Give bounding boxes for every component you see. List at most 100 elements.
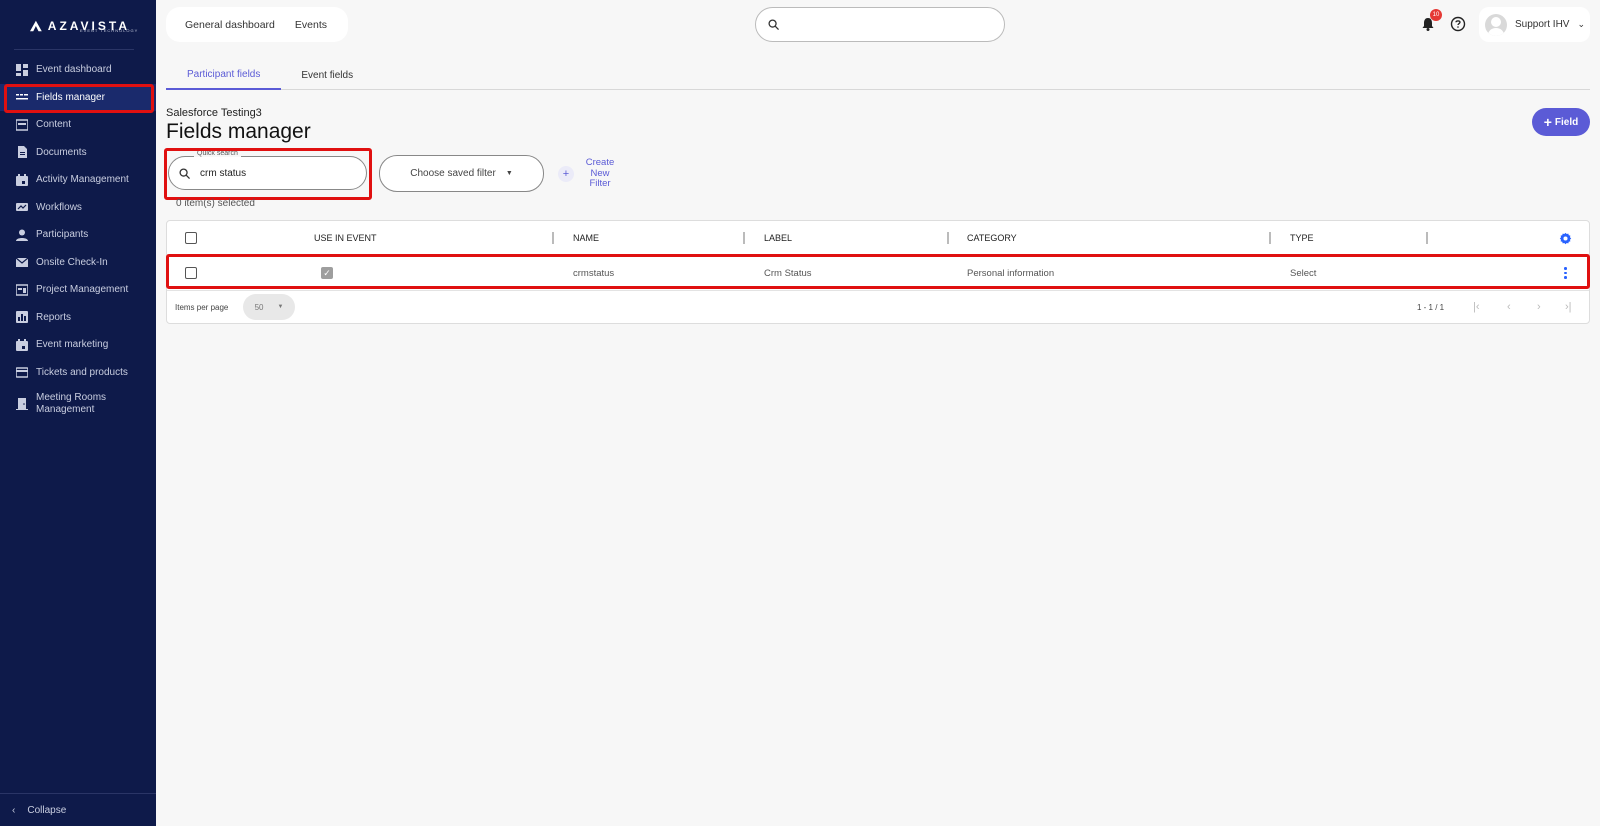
content-icon <box>16 119 28 131</box>
sidebar-item-label: Event dashboard <box>36 64 112 76</box>
table-settings-button[interactable] <box>1559 221 1572 255</box>
sidebar-item-participants[interactable]: Participants <box>0 221 156 249</box>
tab-bar: Participant fields Event fields <box>166 60 1590 90</box>
sidebar-item-content[interactable]: Content <box>0 111 156 139</box>
select-all-checkbox[interactable] <box>185 221 197 255</box>
sidebar-item-label: Reports <box>36 311 72 323</box>
plus-icon: + <box>1543 114 1552 130</box>
collapse-button[interactable]: ‹ Collapse <box>0 793 156 826</box>
sidebar-item-label: Fields manager <box>36 91 105 103</box>
sidebar-item-activity-management[interactable]: Activity Management <box>0 166 156 194</box>
person-icon <box>16 229 28 241</box>
caret-down-icon: ▼ <box>277 304 284 310</box>
project-icon <box>16 284 28 296</box>
sidebar-item-onsite-check-in[interactable]: Onsite Check-In <box>0 249 156 277</box>
column-header-use-in-event[interactable]: USE IN EVENT <box>314 221 377 255</box>
azavista-logo-icon <box>30 20 42 32</box>
brand-tagline: EVENT TECHNOLOGY <box>80 28 139 33</box>
sidebar-item-label: Event marketing <box>36 339 109 351</box>
events-link[interactable]: Events <box>295 19 327 31</box>
sidebar-item-label: Onsite Check-In <box>36 256 108 268</box>
cell-category: Personal information <box>967 267 1055 279</box>
sidebar-item-project-management[interactable]: Project Management <box>0 276 156 304</box>
column-header-label[interactable]: LABEL <box>764 221 792 255</box>
user-menu[interactable]: Support IHV ⌄ <box>1479 7 1590 42</box>
card-icon <box>16 367 28 378</box>
use-in-event-checkbox: ✓ <box>321 256 333 290</box>
sidebar-item-workflows[interactable]: Workflows <box>0 194 156 222</box>
sidebar-item-label: Meeting Rooms Management <box>36 392 107 415</box>
sidebar-item-label: Project Management <box>36 284 129 296</box>
notification-badge: 10 <box>1430 9 1442 21</box>
create-new-filter-button[interactable]: + Create New Filter <box>558 157 620 190</box>
items-per-page-select[interactable]: 50 ▼ <box>243 294 295 320</box>
event-name: Salesforce Testing3 <box>166 107 262 119</box>
sidebar-nav: Event dashboard Fields manager Content D… <box>0 56 156 422</box>
row-menu-button[interactable] <box>1564 256 1567 290</box>
row-checkbox[interactable] <box>185 256 197 290</box>
saved-filter-select[interactable]: Choose saved filter ▼ <box>379 155 544 192</box>
pagination-range: 1 - 1 / 1 <box>1417 303 1445 312</box>
sidebar-item-label: Activity Management <box>36 174 129 186</box>
selected-count: 0 item(s) selected <box>176 198 255 209</box>
column-separator[interactable] <box>947 232 949 244</box>
search-icon <box>179 167 190 179</box>
table-header: USE IN EVENT NAME LABEL CATEGORY TYPE <box>167 221 1589 255</box>
sidebar: AZAVISTA EVENT TECHNOLOGY Event dashboar… <box>0 0 156 826</box>
sidebar-item-label: Tickets and products <box>36 366 128 378</box>
chevron-down-icon: ⌄ <box>1577 19 1586 29</box>
create-filter-label: Create New Filter <box>585 157 615 189</box>
check-icon: ✓ <box>321 267 333 279</box>
items-per-page-label: Items per page <box>175 303 229 312</box>
add-field-button[interactable]: + Field <box>1532 108 1590 136</box>
column-header-category[interactable]: CATEGORY <box>967 221 1017 255</box>
divider <box>14 49 134 50</box>
global-search-input[interactable] <box>755 7 1005 42</box>
column-separator[interactable] <box>552 232 554 244</box>
cell-label: Crm Status <box>764 267 812 279</box>
add-field-label: Field <box>1554 116 1579 128</box>
brand-logo[interactable]: AZAVISTA EVENT TECHNOLOGY <box>30 16 137 36</box>
cell-type: Select <box>1290 267 1317 279</box>
sidebar-item-label: Participants <box>36 229 89 241</box>
general-dashboard-link[interactable]: General dashboard <box>185 19 275 31</box>
page-title: Fields manager <box>166 120 311 143</box>
sidebar-item-documents[interactable]: Documents <box>0 139 156 167</box>
column-separator[interactable] <box>743 232 745 244</box>
items-per-page-value: 50 <box>254 302 264 312</box>
calendar-icon <box>16 338 28 351</box>
column-separator[interactable] <box>1426 232 1428 244</box>
workflow-icon <box>16 203 28 212</box>
chart-icon <box>16 311 28 324</box>
caret-down-icon: ▼ <box>505 170 513 177</box>
quick-search-value: crm status <box>200 167 247 179</box>
sidebar-item-event-marketing[interactable]: Event marketing <box>0 331 156 359</box>
first-page-icon[interactable]: |‹ <box>1473 301 1480 313</box>
column-header-name[interactable]: NAME <box>573 221 599 255</box>
more-vertical-icon <box>1564 267 1567 279</box>
sidebar-item-fields-manager[interactable]: Fields manager <box>0 83 156 111</box>
collapse-label: Collapse <box>27 804 67 816</box>
column-header-type[interactable]: TYPE <box>1290 221 1314 255</box>
next-page-icon[interactable]: › <box>1537 301 1541 313</box>
tab-participant-fields[interactable]: Participant fields <box>166 60 282 90</box>
sidebar-item-tickets-and-products[interactable]: Tickets and products <box>0 359 156 387</box>
sidebar-item-label: Documents <box>36 146 87 158</box>
sidebar-item-meeting-rooms-management[interactable]: Meeting Rooms Management <box>0 386 156 422</box>
fields-table: USE IN EVENT NAME LABEL CATEGORY TYPE ✓ … <box>166 220 1590 324</box>
sidebar-item-reports[interactable]: Reports <box>0 304 156 332</box>
calendar-icon <box>16 173 28 186</box>
saved-filter-placeholder: Choose saved filter <box>410 168 496 179</box>
quick-search-input[interactable]: crm status <box>168 156 367 190</box>
dashboard-icon <box>16 63 28 76</box>
table-row[interactable]: ✓ crmstatus Crm Status Personal informat… <box>167 256 1589 290</box>
gear-icon <box>1559 232 1572 244</box>
sidebar-item-event-dashboard[interactable]: Event dashboard <box>0 56 156 84</box>
help-icon[interactable] <box>1450 16 1466 32</box>
previous-page-icon[interactable]: ‹ <box>1507 301 1511 313</box>
column-separator[interactable] <box>1269 232 1271 244</box>
mail-icon <box>16 257 28 268</box>
tab-event-fields[interactable]: Event fields <box>281 60 373 90</box>
last-page-icon[interactable]: ›| <box>1565 301 1572 313</box>
sidebar-item-label: Content <box>36 119 72 131</box>
